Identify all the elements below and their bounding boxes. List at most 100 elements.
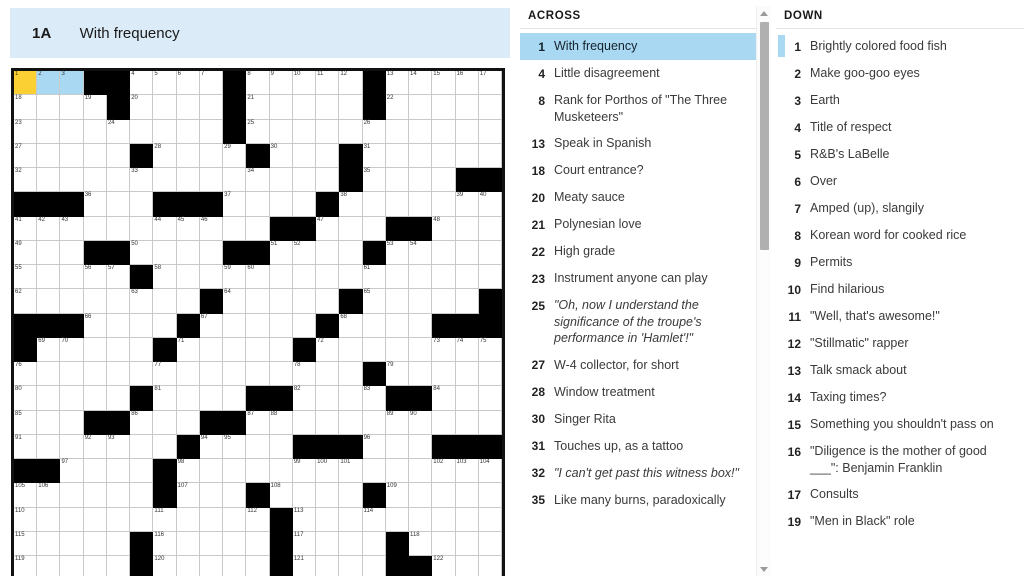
grid-cell[interactable]: 16: [455, 71, 479, 96]
grid-cell[interactable]: [292, 168, 317, 193]
grid-cell[interactable]: 51: [269, 240, 293, 265]
grid-cell[interactable]: [176, 143, 200, 168]
grid-cell[interactable]: 119: [14, 556, 38, 576]
grid-cell[interactable]: [478, 265, 502, 290]
grid-cell[interactable]: [292, 313, 317, 338]
grid-cell[interactable]: [432, 143, 456, 168]
grid-cell[interactable]: 23: [14, 119, 38, 144]
grid-cell[interactable]: 2: [37, 71, 61, 96]
grid-cell[interactable]: [409, 168, 433, 193]
grid-cell[interactable]: 93: [106, 434, 131, 459]
grid-cell[interactable]: [37, 119, 61, 144]
grid-cell[interactable]: [316, 168, 340, 193]
grid-cell[interactable]: [199, 119, 224, 144]
grid-cell[interactable]: [316, 531, 340, 556]
grid-cell[interactable]: 117: [292, 531, 317, 556]
down-clue-item[interactable]: 11 "Well, that's awesome!": [776, 303, 1024, 330]
grid-cell[interactable]: [37, 386, 61, 411]
grid-cell[interactable]: [37, 143, 61, 168]
grid-cell[interactable]: 116: [153, 531, 177, 556]
grid-cell[interactable]: [106, 337, 131, 362]
grid-cell[interactable]: 3: [60, 71, 84, 96]
grid-cell[interactable]: [199, 386, 224, 411]
grid-cell[interactable]: [130, 507, 154, 532]
grid-cell[interactable]: [246, 289, 270, 314]
scrollbar-thumb[interactable]: [760, 22, 769, 250]
grid-cell[interactable]: [176, 410, 200, 435]
grid-cell[interactable]: 36: [83, 192, 107, 217]
grid-cell[interactable]: [385, 168, 410, 193]
grid-cell[interactable]: [176, 556, 200, 576]
grid-cell[interactable]: 55: [14, 265, 38, 290]
grid-cell[interactable]: 59: [223, 265, 247, 290]
grid-cell[interactable]: 11: [316, 71, 340, 96]
grid-cell[interactable]: [130, 483, 154, 508]
grid-cell[interactable]: [362, 459, 386, 484]
grid-cell[interactable]: [339, 362, 363, 387]
grid-cell[interactable]: [385, 192, 410, 217]
down-clue-item[interactable]: 17 Consults: [776, 481, 1024, 508]
grid-cell[interactable]: [269, 289, 293, 314]
grid-cell[interactable]: 69: [37, 337, 61, 362]
across-clue-item[interactable]: 20 Meaty sauce: [520, 184, 770, 211]
grid-cell[interactable]: [37, 265, 61, 290]
grid-cell[interactable]: 94: [199, 434, 224, 459]
grid-cell[interactable]: [385, 313, 410, 338]
grid-cell[interactable]: [106, 531, 131, 556]
grid-cell[interactable]: [432, 168, 456, 193]
grid-cell[interactable]: [246, 313, 270, 338]
grid-cell[interactable]: 85: [14, 410, 38, 435]
grid-cell[interactable]: [409, 95, 433, 120]
down-clue-item[interactable]: 1 Brightly colored food fish: [776, 33, 1024, 60]
grid-cell[interactable]: [269, 434, 293, 459]
grid-cell[interactable]: 53: [385, 240, 410, 265]
grid-cell[interactable]: [246, 434, 270, 459]
grid-cell[interactable]: [432, 289, 456, 314]
grid-cell[interactable]: [385, 459, 410, 484]
grid-cell[interactable]: 62: [14, 289, 38, 314]
grid-cell[interactable]: 118: [409, 531, 433, 556]
grid-cell[interactable]: 101: [339, 459, 363, 484]
grid-cell[interactable]: [478, 507, 502, 532]
across-clue-item[interactable]: 4 Little disagreement: [520, 60, 770, 87]
grid-cell[interactable]: 71: [176, 337, 200, 362]
scrollbar-down-button[interactable]: [757, 562, 771, 576]
grid-cell[interactable]: [455, 362, 479, 387]
grid-cell[interactable]: [83, 386, 107, 411]
grid-cell[interactable]: [385, 265, 410, 290]
grid-cell[interactable]: [455, 216, 479, 241]
grid-cell[interactable]: 33: [130, 168, 154, 193]
grid-cell[interactable]: [176, 95, 200, 120]
grid-cell[interactable]: [432, 240, 456, 265]
grid-cell[interactable]: [409, 507, 433, 532]
grid-cell[interactable]: [409, 483, 433, 508]
grid-cell[interactable]: 4: [130, 71, 154, 96]
grid-cell[interactable]: [199, 556, 224, 576]
grid-cell[interactable]: [455, 531, 479, 556]
grid-cell[interactable]: [199, 265, 224, 290]
grid-cell[interactable]: 96: [362, 434, 386, 459]
grid-cell[interactable]: [478, 410, 502, 435]
grid-cell[interactable]: [130, 119, 154, 144]
grid-cell[interactable]: [60, 507, 84, 532]
grid-cell[interactable]: 84: [432, 386, 456, 411]
grid-cell[interactable]: 15: [432, 71, 456, 96]
across-clue-list[interactable]: 1 With frequency 4 Little disagreement 8 Rank…: [520, 29, 770, 576]
grid-cell[interactable]: [478, 240, 502, 265]
grid-cell[interactable]: [292, 119, 317, 144]
grid-cell[interactable]: [455, 410, 479, 435]
grid-cell[interactable]: [60, 410, 84, 435]
grid-cell[interactable]: [478, 556, 502, 576]
grid-cell[interactable]: [106, 556, 131, 576]
grid-cell[interactable]: [362, 531, 386, 556]
grid-cell[interactable]: 35: [362, 168, 386, 193]
across-scrollbar[interactable]: [756, 6, 771, 576]
grid-cell[interactable]: [409, 265, 433, 290]
grid-cell[interactable]: [432, 119, 456, 144]
grid-cell[interactable]: [130, 192, 154, 217]
grid-cell[interactable]: [455, 95, 479, 120]
grid-cell[interactable]: 46: [199, 216, 224, 241]
across-clue-item[interactable]: 21 Polynesian love: [520, 211, 770, 238]
down-clue-item[interactable]: 14 Taxing times?: [776, 384, 1024, 411]
grid-cell[interactable]: [478, 216, 502, 241]
